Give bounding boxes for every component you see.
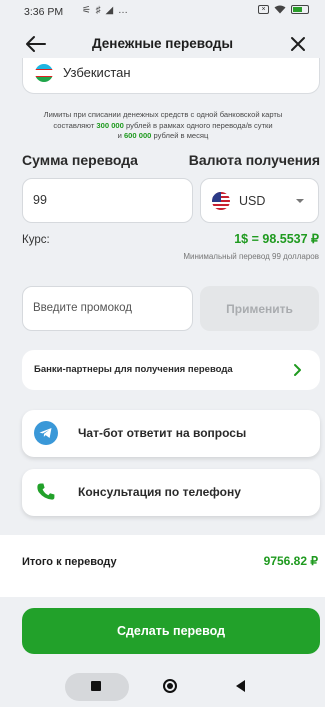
uzbekistan-flag-icon <box>35 64 53 82</box>
notification-icons: ⚟ ♯ ◢ … <box>82 5 129 16</box>
country-name: Узбекистан <box>63 65 131 80</box>
limits-line-1: Лимиты при списании денежных средств с о… <box>43 110 283 119</box>
partner-banks-link[interactable]: Банки-партнеры для получения перевода <box>22 350 320 390</box>
total-value: 9756.82 ₽ <box>263 554 318 568</box>
per-transfer-limit: 300 000 <box>96 120 124 130</box>
system-nav-bar <box>0 667 325 707</box>
make-transfer-button[interactable]: Сделать перевод <box>22 608 320 654</box>
sim-icon: × <box>258 5 269 14</box>
status-bar: 3:36 PM ⚟ ♯ ◢ … × <box>0 0 325 24</box>
exchange-rate: 1$ = 98.5537 ₽ <box>234 232 319 246</box>
monthly-limit: 600 000 <box>123 131 152 141</box>
min-transfer-note: Минимальный перевод 99 долларов <box>183 252 319 261</box>
phone-icon <box>37 483 55 500</box>
limits-line-3: и 600 000 рублей в месяц <box>117 131 209 141</box>
chatbot-button[interactable]: Чат-бот ответит на вопросы <box>22 410 320 457</box>
recents-icon[interactable] <box>91 681 101 691</box>
country-selector[interactable]: Узбекистан <box>22 58 320 94</box>
partner-banks-label: Банки-партнеры для получения перевода <box>34 364 233 375</box>
chatbot-label: Чат-бот ответит на вопросы <box>78 426 247 440</box>
rate-label: Курс: <box>22 234 50 246</box>
back-icon[interactable] <box>236 680 245 692</box>
promo-code-input[interactable]: Введите промокод <box>22 286 193 331</box>
wifi-icon <box>274 5 286 14</box>
phone-consultation-label: Консультация по телефону <box>78 485 241 499</box>
apply-promo-button[interactable]: Применить <box>200 286 319 331</box>
phone-consultation-button[interactable]: Консультация по телефону <box>22 469 320 516</box>
limits-line-2: составляют 300 000 рублей в рамках одног… <box>53 120 273 130</box>
page-title: Денежные переводы <box>92 36 233 51</box>
amount-input[interactable]: 99 <box>22 178 193 223</box>
limits-note: Лимиты при списании денежных средств с о… <box>18 110 308 142</box>
currency-select[interactable]: USD <box>200 178 319 223</box>
currency-code: USD <box>239 194 266 208</box>
telegram-icon <box>34 421 58 445</box>
close-icon[interactable] <box>287 33 309 55</box>
amount-label: Сумма перевода <box>22 152 138 168</box>
home-icon[interactable] <box>163 679 177 693</box>
currency-label: Валюта получения <box>188 152 320 168</box>
usa-flag-icon <box>212 192 230 210</box>
status-time: 3:36 PM <box>24 6 64 18</box>
status-right-icons: × <box>258 5 309 14</box>
caret-down-icon <box>296 199 304 203</box>
battery-icon <box>291 5 309 14</box>
chevron-right-icon <box>294 364 301 376</box>
total-label: Итого к переводу <box>22 556 117 568</box>
